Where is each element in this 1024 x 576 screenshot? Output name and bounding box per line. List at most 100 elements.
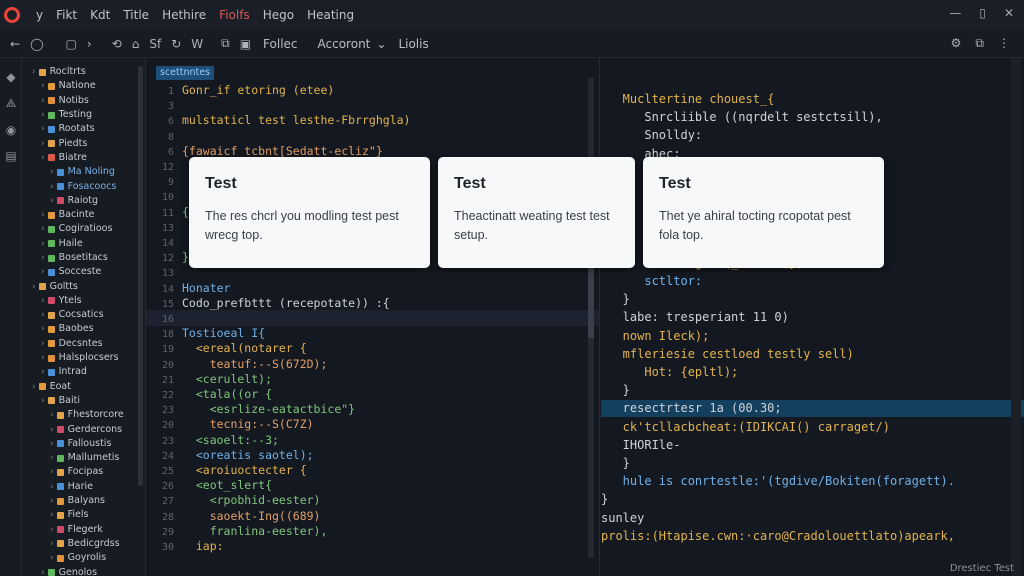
code-line[interactable]: ck'tcllacbcheat:(IDIKCAI() carraget/): [601, 419, 1024, 436]
tree-item[interactable]: › Bedicgrdss: [22, 537, 145, 551]
chevron-right-icon[interactable]: ›: [41, 151, 45, 165]
redo-icon[interactable]: ↻: [171, 37, 181, 51]
editor-right[interactable]: Mucltertine chouest_{ Snrcliible ((nqrde…: [601, 58, 1024, 576]
refresh-icon[interactable]: ⟲: [112, 37, 122, 51]
tree-item[interactable]: › Falloustis: [22, 437, 145, 451]
chevron-right-icon[interactable]: ›: [50, 423, 54, 437]
panel-icon[interactable]: ▣: [240, 37, 251, 51]
code-line[interactable]: labe: tresperiant 11 0): [601, 309, 1024, 326]
tree-item[interactable]: › Haile: [22, 237, 145, 251]
tree-item[interactable]: › Rocltrts: [22, 65, 145, 79]
menu-item[interactable]: Fikt: [56, 8, 77, 22]
chevron-right-icon[interactable]: ›: [50, 494, 54, 508]
tree-item[interactable]: › Ytels: [22, 294, 145, 308]
chevron-right-icon[interactable]: ›: [41, 137, 45, 151]
tree-item[interactable]: › Eoat: [22, 380, 145, 394]
code-line[interactable]: [601, 546, 1024, 563]
code-line[interactable]: 19 <ereal(notarer {: [146, 340, 599, 356]
tree-item[interactable]: › Intrad: [22, 365, 145, 379]
code-line[interactable]: sctltor:: [601, 273, 1024, 290]
chevron-right-icon[interactable]: ›: [41, 294, 45, 308]
explorer-scrollbar[interactable]: [138, 66, 143, 486]
code-line[interactable]: Snolldy:: [601, 127, 1024, 144]
app-logo-icon[interactable]: [4, 7, 20, 23]
chevron-right-icon[interactable]: ›: [41, 308, 45, 322]
code-line[interactable]: 16: [146, 310, 599, 326]
minimize-icon[interactable]: —: [949, 6, 961, 20]
chevron-right-icon[interactable]: ›: [41, 351, 45, 365]
suggestion-card[interactable]: Test Theactinatt weating test test setup…: [438, 157, 635, 268]
code-line[interactable]: Mucltertine chouest_{: [601, 91, 1024, 108]
code-line[interactable]: 29 franlina-eester),: [146, 523, 599, 539]
tree-item[interactable]: › Focipas: [22, 465, 145, 479]
code-line[interactable]: nown Ileck);: [601, 328, 1024, 345]
code-line[interactable]: 8: [146, 128, 599, 144]
explorer-icon[interactable]: ◆: [0, 70, 22, 84]
code-line[interactable]: 23 <saoelt:--3;: [146, 432, 599, 448]
account-button[interactable]: Accoront: [318, 37, 371, 51]
code-line[interactable]: 3: [146, 97, 599, 113]
tree-item[interactable]: › Piedts: [22, 136, 145, 150]
code-line[interactable]: 15 Codo_prefbttt (recepotate)) :{: [146, 295, 599, 311]
tree-item[interactable]: › Testing: [22, 108, 145, 122]
chevron-right-icon[interactable]: ›: [41, 265, 45, 279]
chevron-right-icon[interactable]: ›: [50, 437, 54, 451]
tree-item[interactable]: › Baobes: [22, 322, 145, 336]
chevron-right-icon[interactable]: ›: [32, 280, 36, 294]
chevron-right-icon[interactable]: ›: [50, 551, 54, 565]
tree-item[interactable]: › Notibs: [22, 94, 145, 108]
code-line[interactable]: 1 Gonr_if etoring (etee): [146, 82, 599, 98]
suggestion-card[interactable]: Test Thet ye ahiral tocting rcopotat pes…: [643, 157, 884, 268]
tree-item[interactable]: › Decsntes: [22, 337, 145, 351]
right-scrollbar[interactable]: [1011, 58, 1021, 576]
tree-item[interactable]: › Balyans: [22, 494, 145, 508]
chevron-right-icon[interactable]: ›: [41, 365, 45, 379]
search-icon[interactable]: ◉: [0, 123, 22, 137]
code-line[interactable]: 6 mulstaticl test lesthe-Fbrrghgla): [146, 112, 599, 128]
chevron-right-icon[interactable]: ›: [41, 394, 45, 408]
tree-item[interactable]: › Goyrolis: [22, 551, 145, 565]
tree-item[interactable]: › Mallumetis: [22, 451, 145, 465]
tree-item[interactable]: › Fosacoocs: [22, 179, 145, 193]
code-line[interactable]: Hot: {epltl);: [601, 364, 1024, 381]
tree-item[interactable]: › Goltts: [22, 279, 145, 293]
code-line[interactable]: 21 <cerulelt);: [146, 371, 599, 387]
menu-item[interactable]: Title: [123, 8, 149, 22]
chevron-right-icon[interactable]: ›: [50, 537, 54, 551]
tree-item[interactable]: › Ma Noling: [22, 165, 145, 179]
code-line[interactable]: 20 tecnig:--S(C7Z): [146, 416, 599, 432]
chevron-right-icon[interactable]: ›: [41, 79, 45, 93]
code-line[interactable]: 25 <aroiuoctecter {: [146, 462, 599, 478]
code-line[interactable]: 27 <rpobhid-eester): [146, 492, 599, 508]
tree-item[interactable]: › Biatre: [22, 151, 145, 165]
close-icon[interactable]: ✕: [1004, 6, 1014, 20]
maximize-icon[interactable]: ▯: [979, 6, 986, 20]
split-icon[interactable]: ⧉: [221, 36, 230, 51]
code-line[interactable]: }: [601, 382, 1024, 399]
w-icon[interactable]: W: [191, 37, 203, 51]
circle-icon[interactable]: ◯: [30, 37, 43, 51]
tree-item[interactable]: › Bacinte: [22, 208, 145, 222]
format-icon[interactable]: Sf: [149, 37, 161, 51]
chevron-right-icon[interactable]: ›: [50, 180, 54, 194]
code-line[interactable]: 26 <eot_slert{: [146, 477, 599, 493]
tree-item[interactable]: › Fhestorcore: [22, 408, 145, 422]
code-line[interactable]: }: [601, 291, 1024, 308]
chevron-right-icon[interactable]: ›: [41, 122, 45, 136]
back-icon[interactable]: ←: [10, 37, 20, 51]
editor-left[interactable]: scettnntes 1 Gonr_if etoring (etee) 3 6 muls…: [146, 58, 600, 576]
editor-tab[interactable]: scettnntes: [156, 66, 215, 80]
code-line[interactable]: sunley: [601, 510, 1024, 527]
code-line[interactable]: hule is conrtestle:'(tgdive/Bokiten(fora…: [601, 473, 1024, 490]
menu-item[interactable]: Heating: [307, 8, 354, 22]
tree-item[interactable]: › Gerdercons: [22, 422, 145, 436]
chevron-right-icon[interactable]: ›: [32, 65, 36, 79]
tree-item[interactable]: › Flegerk: [22, 523, 145, 537]
chevron-right-icon[interactable]: ›: [50, 465, 54, 479]
chevron-right-icon[interactable]: ›: [41, 94, 45, 108]
code-line[interactable]: 24 <oreatis saotel);: [146, 447, 599, 463]
code-line[interactable]: resectrtesr 1a (00.30;: [601, 400, 1024, 418]
code-line[interactable]: 18 Tostioeal I{: [146, 325, 599, 341]
code-line[interactable]: Snrcliible ((nqrdelt sestctsill),: [601, 109, 1024, 126]
user-button[interactable]: Liolis: [398, 37, 428, 51]
